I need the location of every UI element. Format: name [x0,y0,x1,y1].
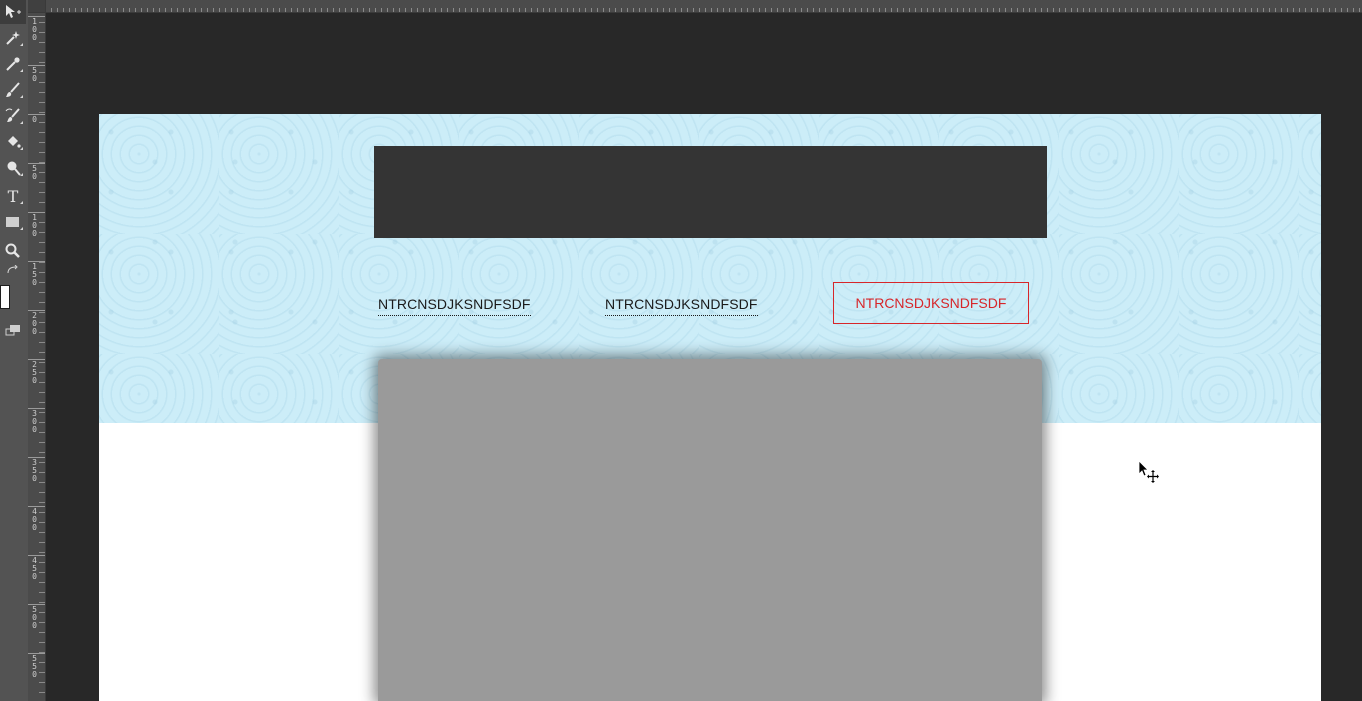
magic-wand-icon[interactable] [0,26,26,50]
ruler-label: 50 [32,66,37,83]
type-glyph: T [7,186,19,206]
vertical-ruler: 100 50 0 50 100 150 200 250 300 350 400 … [28,12,46,701]
eyedropper-icon[interactable] [0,52,26,76]
rectangle-tool-icon[interactable] [0,210,26,234]
dodge-icon[interactable] [0,156,26,180]
tools-panel: T [0,0,29,701]
horizontal-ruler-ticks [45,8,1362,12]
brush-icon[interactable] [0,78,26,102]
ruler-label: 300 [32,409,37,434]
swap-colors-icon[interactable] [0,262,26,280]
ruler-label: 200 [32,311,37,336]
content-card-placeholder [378,359,1042,701]
move-tool-icon[interactable] [0,0,26,24]
ruler-label: 500 [32,605,37,630]
nav-button-outlined[interactable]: NTRCNSDJKSNDFSDF [833,282,1029,324]
foreground-color-swatch[interactable] [0,285,10,309]
history-brush-icon[interactable] [0,104,26,128]
ruler-label: 100 [32,17,37,42]
ruler-origin[interactable] [28,0,46,13]
paint-bucket-icon[interactable] [0,130,26,154]
ruler-label: 450 [32,556,37,581]
ruler-label: 150 [32,262,37,287]
ruler-label: 350 [32,458,37,483]
header-banner-placeholder [374,146,1047,238]
zoom-icon[interactable] [0,239,26,263]
nav-link-2[interactable]: NTRCNSDJKSNDFSDF [605,295,758,316]
ruler-label: 50 [32,164,37,181]
ruler-label: 100 [32,213,37,238]
move-cursor-icon [1138,460,1162,486]
type-tool-icon[interactable]: T [0,184,26,208]
ruler-label: 0 [32,115,37,124]
ruler-label: 550 [32,654,37,679]
ruler-label: 250 [32,360,37,385]
vertical-ruler-ticks [39,12,45,701]
screen-mode-icon[interactable] [0,318,26,342]
document-canvas[interactable]: NTRCNSDJKSNDFSDF NTRCNSDJKSNDFSDF NTRCNS… [99,114,1321,701]
horizontal-ruler [28,0,1362,13]
nav-link-1[interactable]: NTRCNSDJKSNDFSDF [378,295,531,316]
photoshop-window: T 100 50 0 50 100 150 200 250 300 350 40… [0,0,1362,701]
ruler-label: 400 [32,507,37,532]
